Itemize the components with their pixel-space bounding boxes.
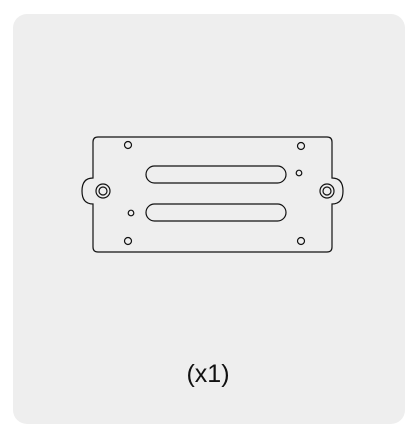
tab-hole-left-inner: [98, 186, 108, 196]
plate-outline: [81, 136, 344, 253]
tab-hole-right-outer: [319, 183, 335, 199]
hole-top-right: [296, 141, 306, 151]
tab-hole-right-inner: [322, 186, 332, 196]
quantity-label: (x1): [186, 360, 230, 388]
hole-bottom-right: [296, 236, 306, 246]
slot-top: [145, 165, 287, 184]
hole-small-left: [127, 209, 135, 217]
tab-hole-left-outer: [95, 183, 111, 199]
hole-bottom-left: [123, 236, 133, 246]
hole-small-right: [295, 169, 303, 177]
slot-bottom: [145, 203, 287, 222]
hole-top-left: [123, 140, 133, 150]
